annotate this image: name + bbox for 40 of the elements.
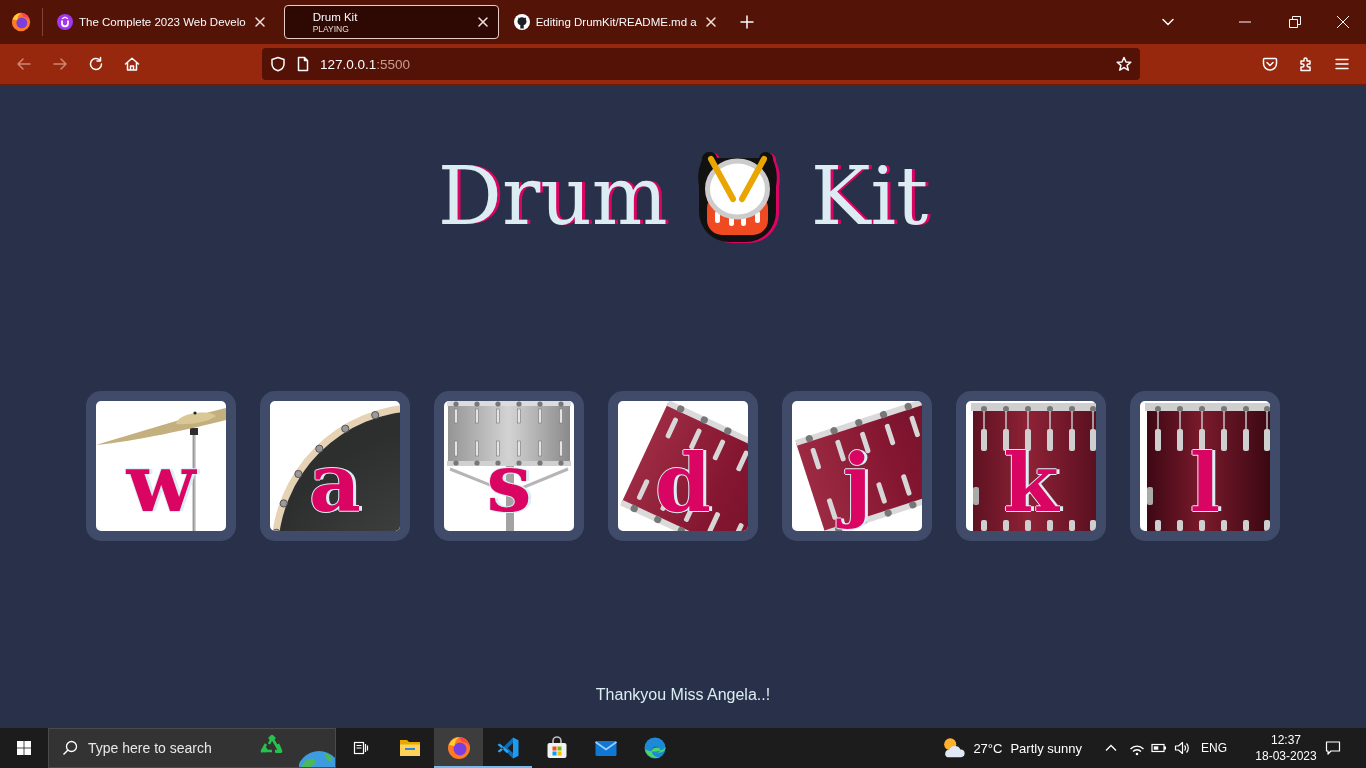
star-icon[interactable] bbox=[1116, 56, 1132, 72]
globe-icon bbox=[299, 749, 335, 767]
drum-button[interactable]: w bbox=[86, 391, 236, 541]
cat-logo-icon bbox=[513, 14, 530, 30]
browser-tab[interactable]: Drum Kit PLAYING bbox=[283, 5, 499, 39]
close-icon[interactable] bbox=[1335, 14, 1351, 30]
pocket-icon[interactable] bbox=[1262, 56, 1278, 72]
speaker-icon[interactable] bbox=[1174, 740, 1190, 756]
browser-tab[interactable]: The Complete 2023 Web Develo bbox=[50, 5, 276, 39]
address-bar[interactable]: 127.0.0.1:5500 bbox=[262, 48, 1140, 80]
browser-icon[interactable] bbox=[11, 12, 31, 32]
shield-icon[interactable] bbox=[270, 56, 286, 72]
plus-icon[interactable] bbox=[738, 14, 755, 30]
title-text: Kit bbox=[810, 149, 929, 245]
weather-text[interactable]: Partly sunny bbox=[1010, 740, 1082, 756]
search-icon bbox=[62, 740, 78, 756]
swirl-logo-icon bbox=[642, 736, 667, 760]
drum-button[interactable]: s bbox=[434, 391, 584, 541]
browser-icon bbox=[446, 736, 471, 760]
title-text: Drum bbox=[437, 149, 668, 245]
search-field[interactable]: Type here to search bbox=[48, 728, 336, 768]
menu-icon[interactable] bbox=[1334, 56, 1350, 72]
reload-icon[interactable] bbox=[88, 56, 104, 72]
restore-icon[interactable] bbox=[1287, 14, 1303, 30]
start-menu-icon[interactable] bbox=[16, 740, 32, 756]
url-text[interactable]: 127.0.0.1:5500 bbox=[320, 56, 411, 72]
puzzle-icon[interactable] bbox=[1298, 56, 1314, 72]
clock-date[interactable]: 18-03-2023 bbox=[1255, 748, 1317, 764]
clock-time[interactable]: 12:37 bbox=[1271, 732, 1301, 748]
language-text[interactable]: ENG bbox=[1201, 741, 1227, 755]
footer-text: Thankyou Miss Angela..! bbox=[595, 686, 771, 704]
home-icon[interactable] bbox=[124, 56, 140, 72]
code-editor-icon bbox=[495, 736, 520, 760]
browser-tab[interactable]: Editing DrumKit/README.md a bbox=[506, 5, 727, 39]
drum-icon bbox=[697, 150, 781, 244]
page-icon bbox=[295, 56, 311, 72]
notification-icon[interactable] bbox=[1325, 740, 1341, 756]
site-logo-icon bbox=[57, 14, 73, 30]
task-view-icon bbox=[352, 740, 369, 756]
temperature-text[interactable]: 27°C bbox=[973, 740, 1003, 756]
